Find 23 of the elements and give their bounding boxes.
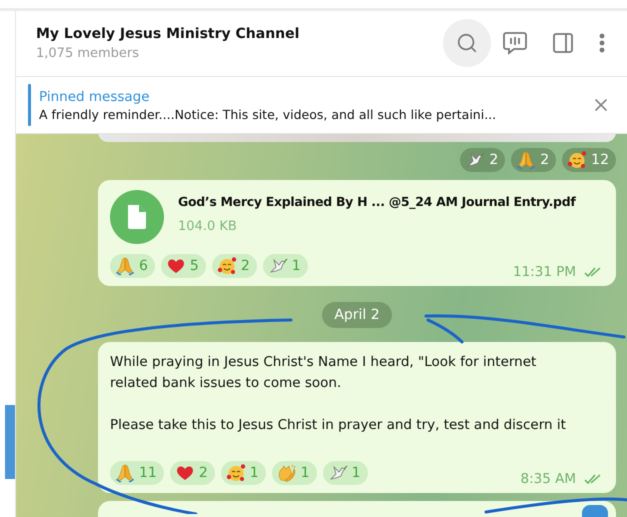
reaction-chip[interactable]: 5	[160, 254, 206, 278]
date-label: April 2	[322, 302, 392, 328]
message-time: 8:35 AM	[520, 471, 576, 488]
reaction-chip[interactable]: 12	[562, 148, 616, 172]
reaction-chip[interactable]: 2	[460, 148, 506, 172]
message-time: 11:31 PM	[513, 264, 576, 280]
file-size: 104.0 KB	[178, 219, 238, 234]
member-count: 1,075 members	[36, 46, 140, 60]
file-name: God’s Mercy Explained By H ... @5_24 AM Journal Entry.pdf	[178, 194, 576, 210]
message-text: While praying in Jesus Christ's Name I heard, "Look for internet related bank issues to come soon.	[110, 353, 538, 394]
message-text: Please take this to Jesus Christ in prayer and try, test and discern it	[110, 416, 567, 436]
reaction-chip[interactable]: 2	[212, 254, 257, 278]
reaction-chip[interactable]: 11	[110, 461, 164, 486]
reaction-chip[interactable]: 2	[511, 148, 556, 172]
pinned-text[interactable]: A friendly reminder....Notice: This site, videos, and all such like pertaini...	[39, 106, 587, 122]
channel-title: My Lovely Jesus Ministry Channel	[36, 26, 300, 42]
pinned-label: Pinned message	[39, 88, 151, 104]
reaction-chip[interactable]: 1	[262, 254, 308, 278]
reaction-chip[interactable]: 1	[220, 461, 266, 486]
reaction-chip[interactable]: 2	[170, 461, 215, 486]
reaction-chip[interactable]: 1	[322, 461, 368, 486]
reaction-chip[interactable]: 6	[110, 254, 155, 278]
reaction-chip[interactable]: 1	[272, 461, 317, 486]
